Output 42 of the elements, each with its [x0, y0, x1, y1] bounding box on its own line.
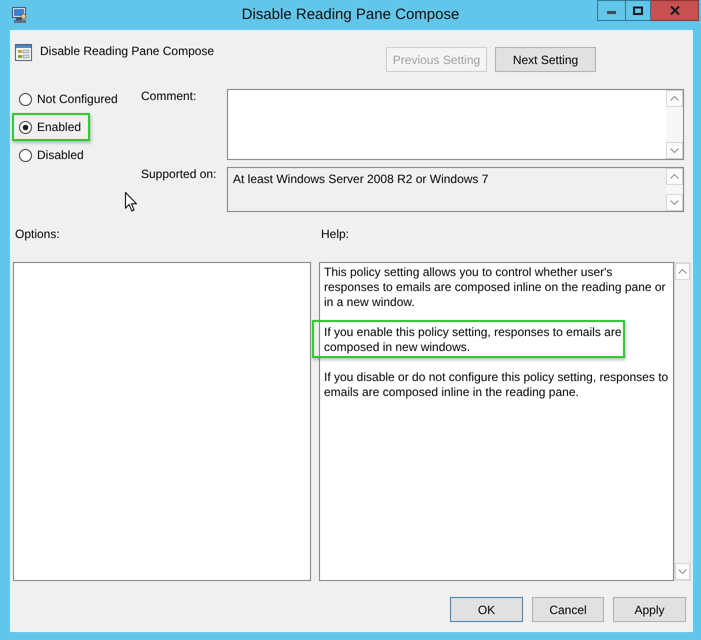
close-icon: [670, 6, 680, 15]
minimize-icon: [607, 11, 616, 14]
supported-on-label: Supported on:: [141, 167, 218, 183]
comment-label: Comment:: [141, 89, 198, 105]
maximize-button[interactable]: [625, 0, 651, 21]
radio-option[interactable]: Enabled: [19, 117, 82, 137]
radio-option[interactable]: Disabled: [19, 145, 84, 165]
scrollbar[interactable]: [674, 262, 691, 581]
scroll-up-button[interactable]: [666, 90, 683, 107]
scroll-down-button[interactable]: [666, 194, 683, 211]
scrollbar[interactable]: [666, 90, 683, 159]
chevron-down-icon: [670, 200, 679, 205]
scroll-down-button[interactable]: [666, 142, 683, 159]
setting-title: Disable Reading Pane Compose: [40, 44, 214, 58]
computer-icon: [12, 7, 28, 23]
scroll-up-button[interactable]: [675, 263, 690, 280]
dialog-button[interactable]: Next Setting: [495, 47, 596, 72]
comment-field[interactable]: [227, 89, 684, 160]
help-label: Help:: [321, 227, 350, 241]
help-paragraph: If you enable this policy setting, responses to emails are composed in new windows.: [324, 325, 622, 355]
help-paragraph: If you disable or do not configure this policy setting, responses to emails are composed inline in the reading pane.: [324, 370, 669, 400]
chevron-up-icon: [678, 269, 687, 274]
mouse-pointer-icon: [125, 192, 137, 212]
dialog-button[interactable]: Cancel: [532, 597, 604, 622]
supported-on-value: At least Windows Server 2008 R2 or Windows 7: [232, 171, 490, 188]
chevron-down-icon: [670, 148, 679, 153]
settings-window-icon: [15, 44, 32, 61]
close-button[interactable]: [651, 0, 699, 21]
maximize-icon: [633, 6, 643, 15]
radio-option[interactable]: Not Configured: [19, 89, 118, 109]
minimize-button[interactable]: [597, 0, 625, 21]
scroll-up-button[interactable]: [666, 168, 683, 185]
scrollbar[interactable]: [666, 168, 683, 211]
chevron-up-icon: [670, 174, 679, 179]
window-title: Disable Reading Pane Compose: [240, 5, 460, 25]
dialog-button[interactable]: Apply: [613, 597, 686, 622]
dialog-button[interactable]: OK: [450, 597, 523, 622]
options-label: Options:: [15, 227, 61, 241]
scroll-down-button[interactable]: [675, 563, 690, 580]
help-paragraph: This policy setting allows you to control whether user's responses to emails are composed inline on the reading pane or in a new window.: [324, 265, 667, 310]
chevron-up-icon: [670, 96, 679, 101]
chevron-down-icon: [678, 569, 687, 574]
